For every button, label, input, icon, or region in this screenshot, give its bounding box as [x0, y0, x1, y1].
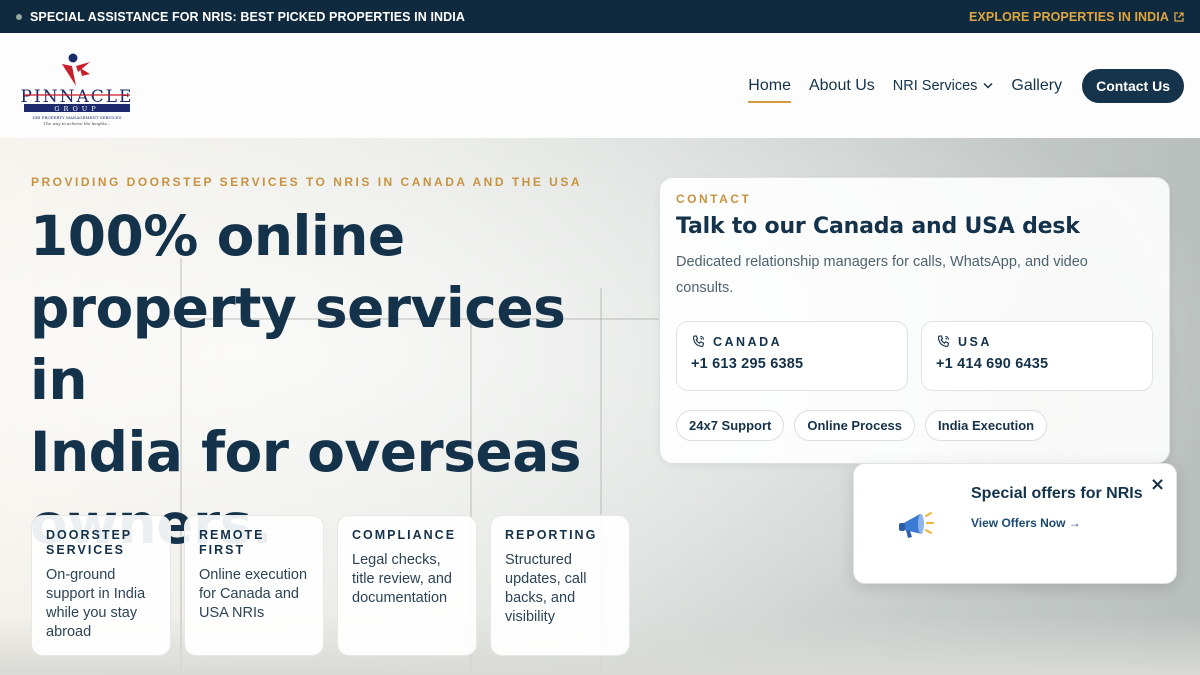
nav-about[interactable]: About Us — [809, 71, 875, 101]
site-header: PINNACLE GROUP NRI PROPERTY MANAGEMENT S… — [0, 33, 1200, 138]
nav-nri-services[interactable]: NRI Services — [893, 72, 994, 100]
feature-title: DOORSTEP SERVICES — [46, 528, 132, 557]
announcement: SPECIAL ASSISTANCE FOR NRIS: BEST PICKED… — [16, 10, 465, 24]
headline-line: India for overseas — [30, 420, 582, 484]
logo-motto: The way to achieve the heights... — [44, 121, 111, 126]
hero-headline: 100% online property services in India f… — [30, 200, 640, 560]
view-offers-link[interactable]: View Offers Now → — [971, 516, 1081, 530]
feature-title: REMOTE FIRST — [199, 528, 265, 557]
chip-online-process: Online Process — [794, 410, 916, 441]
phone-label: USA — [936, 334, 1138, 349]
phone-card-usa[interactable]: USA +1 414 690 6435 — [921, 321, 1153, 391]
headline-line: property services in — [30, 276, 566, 412]
contact-card: CONTACT Talk to our Canada and USA desk … — [659, 177, 1170, 464]
chip-india-execution: India Execution — [925, 410, 1048, 441]
contact-chips: 24x7 Support Online Process India Execut… — [676, 410, 1153, 441]
hero-eyebrow: PROVIDING DOORSTEP SERVICES TO NRIS IN C… — [31, 175, 582, 189]
pinnacle-logo[interactable]: PINNACLE GROUP NRI PROPERTY MANAGEMENT S… — [18, 46, 136, 126]
external-link-icon — [1174, 11, 1184, 22]
feature-card-reporting: REPORTING Structured updates, call backs… — [490, 515, 630, 656]
contact-title: Talk to our Canada and USA desk — [676, 214, 1080, 239]
contact-us-button[interactable]: Contact Us — [1082, 68, 1184, 103]
logo-group: GROUP — [54, 105, 99, 113]
feature-card-remote: REMOTE FIRST Online execution for Canada… — [184, 515, 324, 656]
nav-home[interactable]: Home — [748, 71, 791, 103]
phone-number[interactable]: +1 613 295 6385 — [691, 356, 893, 372]
chip-support: 24x7 Support — [676, 410, 785, 441]
chevron-down-icon — [983, 82, 993, 89]
phone-icon — [937, 335, 950, 347]
feature-cards: DOORSTEP SERVICES On-ground support in I… — [31, 515, 630, 656]
feature-title: COMPLIANCE — [352, 528, 457, 542]
feature-desc: Legal checks, title review, and document… — [352, 552, 452, 606]
offers-title: Special offers for NRIs — [971, 485, 1143, 502]
phone-label: CANADA — [691, 334, 893, 349]
headline-line: 100% online — [30, 204, 405, 268]
phone-cards: CANADA +1 613 295 6385 USA +1 414 690 64… — [676, 321, 1153, 391]
contact-subtitle: Dedicated relationship managers for call… — [676, 254, 1088, 296]
feature-desc: On-ground support in India while you sta… — [46, 567, 146, 640]
close-icon[interactable]: × — [1150, 476, 1165, 494]
offers-popup: Special offers for NRIs View Offers Now … — [853, 463, 1177, 584]
megaphone-icon — [899, 512, 934, 538]
phone-number[interactable]: +1 414 690 6435 — [936, 356, 1138, 372]
feature-desc: Online execution for Canada and USA NRIs — [199, 567, 308, 621]
nav-nri-services-label[interactable]: NRI Services — [893, 78, 978, 94]
announcement-bar: SPECIAL ASSISTANCE FOR NRIS: BEST PICKED… — [0, 0, 1200, 33]
phone-icon — [692, 335, 705, 347]
phone-card-canada[interactable]: CANADA +1 613 295 6385 — [676, 321, 908, 391]
explore-properties-label[interactable]: EXPLORE PROPERTIES IN INDIA — [969, 10, 1169, 24]
phone-country: CANADA — [713, 334, 783, 349]
nav-gallery[interactable]: Gallery — [1011, 71, 1062, 101]
logo-tagline: NRI PROPERTY MANAGEMENT SERVICES — [32, 115, 121, 120]
announcement-text: SPECIAL ASSISTANCE FOR NRIS: BEST PICKED… — [30, 9, 465, 24]
main-nav: Home About Us NRI Services Gallery Conta… — [748, 68, 1184, 103]
feature-card-compliance: COMPLIANCE Legal checks, title review, a… — [337, 515, 477, 656]
feature-title: REPORTING — [505, 528, 598, 542]
feature-desc: Structured updates, call backs, and visi… — [505, 552, 587, 625]
phone-country: USA — [958, 334, 992, 349]
explore-properties-link[interactable]: EXPLORE PROPERTIES IN INDIA — [969, 10, 1184, 24]
feature-card-doorstep: DOORSTEP SERVICES On-ground support in I… — [31, 515, 171, 656]
contact-eyebrow: CONTACT — [676, 192, 752, 206]
bullet-dot-icon — [16, 13, 22, 20]
